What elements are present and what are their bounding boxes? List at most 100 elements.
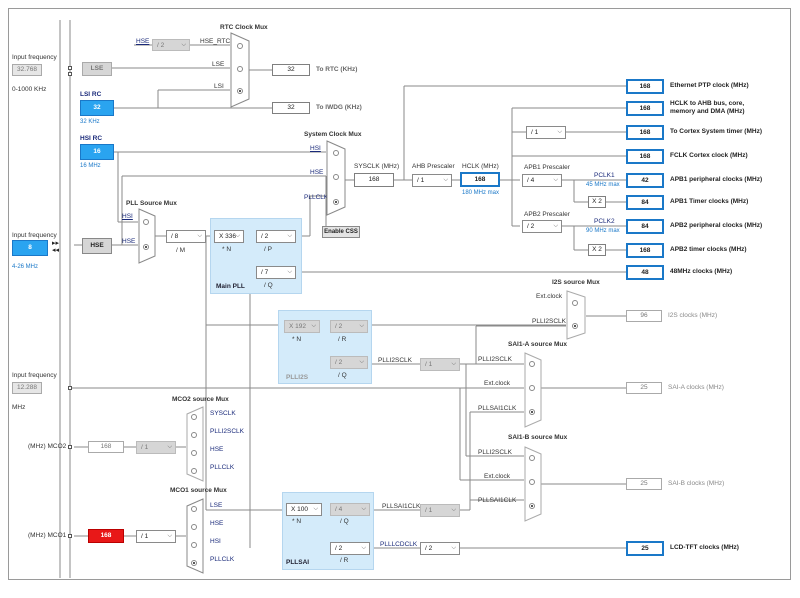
pllsai-lcd-divider[interactable]: / 2 ⌵ xyxy=(420,542,460,555)
pllsai-r-divider[interactable]: / 2 ⌵ xyxy=(330,542,370,555)
mco2-divider[interactable]: / 1 ⌵ xyxy=(136,441,176,454)
mco2-pin xyxy=(68,445,72,449)
pllsai-r-label: / R xyxy=(340,557,349,564)
mco1-divider[interactable]: / 1 ⌵ xyxy=(136,530,176,543)
sai-a-mux-title: SAI1-A source Mux xyxy=(508,341,567,348)
sys-mux-title: System Clock Mux xyxy=(304,131,362,138)
output-value: 168 xyxy=(626,79,664,94)
mco2-pin-label: (MHz) MCO2 xyxy=(28,443,67,450)
pll-radio-hse[interactable] xyxy=(143,244,149,250)
hse-arrows: ▸▸ ◂◂ xyxy=(52,240,60,254)
sai-a-radio-pllsai[interactable] xyxy=(529,409,535,415)
sys-radio-pllclk[interactable] xyxy=(333,199,339,205)
i2s-radio-plli2s[interactable] xyxy=(572,323,578,329)
i2s-source-mux[interactable] xyxy=(566,290,586,340)
hclk-value[interactable]: 168 xyxy=(460,172,500,187)
apb2-label: APB2 Prescaler xyxy=(524,211,570,218)
plli2s-r-divider[interactable]: / 2 ⌵ xyxy=(330,320,368,333)
enable-css-button[interactable]: Enable CSS xyxy=(322,226,360,238)
plli2s-q-divider[interactable]: / 2 ⌵ xyxy=(330,356,368,369)
sai-b-radio-pllsai[interactable] xyxy=(529,503,535,509)
pllsai-q-label: / Q xyxy=(340,518,349,525)
apb2-prescaler[interactable]: / 2 ⌵ xyxy=(522,220,562,233)
mco1-lse: LSE xyxy=(210,502,223,509)
lse-source[interactable]: LSE xyxy=(82,62,112,76)
mco2-radio-sysclk[interactable] xyxy=(191,414,197,420)
sai-b-ext: Ext.clock xyxy=(484,473,511,480)
sai-a-radio-plli2s[interactable] xyxy=(529,361,535,367)
pll-mux-hsi: HSI xyxy=(122,213,133,220)
clock-tree-canvas: Input frequency 32.768 0-1000 KHz LSE LS… xyxy=(0,0,800,598)
sai-a-radio-ext[interactable] xyxy=(529,385,535,391)
output-label: APB2 timer clocks (MHz) xyxy=(670,246,747,254)
sysclk-value[interactable]: 168 xyxy=(354,173,394,187)
rtc-lsi-label: LSI xyxy=(214,83,224,90)
output-label: 48MHz clocks (MHz) xyxy=(670,268,732,276)
sai-b-mux-title: SAI1-B source Mux xyxy=(508,434,568,441)
i2s-plli2s-label: PLLI2SCLK xyxy=(532,318,566,325)
output-value: 84 xyxy=(626,219,664,234)
apb1-max: 45 MHz max xyxy=(586,182,620,188)
pll-q-divider[interactable]: / 7 ⌵ xyxy=(256,266,296,279)
mco1-radio-hsi[interactable] xyxy=(191,542,197,548)
hse-source[interactable]: HSE xyxy=(82,238,112,254)
sai-a-pllsai: PLLSAI1CLK xyxy=(478,405,517,412)
apb2-max: 90 MHz max xyxy=(586,228,620,234)
mco2-radio-pllclk[interactable] xyxy=(191,468,197,474)
rtc-radio-lse[interactable] xyxy=(237,66,243,72)
rtc-radio-lsi[interactable] xyxy=(237,88,243,94)
lsi-title: LSI RC xyxy=(80,91,102,98)
lse-frequency-input[interactable]: 32.768 xyxy=(12,64,42,76)
pll-p-divider[interactable]: / 2 ⌵ xyxy=(256,230,296,243)
plli2s-q-label: / Q xyxy=(338,372,347,379)
apb1-prescaler[interactable]: / 4 ⌵ xyxy=(522,174,562,187)
pclk1-label: PCLK1 xyxy=(594,172,615,179)
pll-source-mux[interactable] xyxy=(138,208,156,264)
hsi-source[interactable]: 16 xyxy=(80,144,114,160)
output-value: 168 xyxy=(626,125,664,140)
rtc-radio-hse[interactable] xyxy=(237,43,243,49)
i2s-radio-ext[interactable] xyxy=(572,300,578,306)
cortex-divider[interactable]: / 1 ⌵ xyxy=(526,126,566,139)
ahb-prescaler[interactable]: / 1 ⌵ xyxy=(412,174,452,187)
output-value: 84 xyxy=(626,195,664,210)
pllsai-n-multiplier[interactable]: X 100 ⌵ xyxy=(286,503,322,516)
ext-frequency-input[interactable]: 12.288 xyxy=(12,382,42,394)
output-label: FCLK Cortex clock (MHz) xyxy=(670,152,748,160)
pll-n-multiplier[interactable]: X 336 ⌵ xyxy=(214,230,244,243)
iwdg-out-value: 32 xyxy=(272,102,310,114)
sai-b-radio-ext[interactable] xyxy=(529,479,535,485)
mco2-radio-hse[interactable] xyxy=(191,450,197,456)
sys-radio-hse[interactable] xyxy=(333,174,339,180)
mco1-radio-hse[interactable] xyxy=(191,524,197,530)
pllsai-q-divider[interactable]: / 4 ⌵ xyxy=(330,503,370,516)
mco1-radio-pllclk[interactable] xyxy=(191,560,197,566)
pllsai-clk-divider[interactable]: / 1 ⌵ xyxy=(420,504,460,517)
lse-range: 0-1000 KHz xyxy=(12,86,47,93)
pll-mux-title: PLL Source Mux xyxy=(126,200,177,207)
plli2s-clk-divider[interactable]: / 1 ⌵ xyxy=(420,358,460,371)
mco2-radio-plli2s[interactable] xyxy=(191,432,197,438)
hse-frequency-input[interactable]: 8 xyxy=(12,240,48,256)
i2s-out-value: 96 xyxy=(626,310,662,322)
output-value: 48 xyxy=(626,265,664,280)
mco1-value: 168 xyxy=(88,529,124,543)
plli2s-n-multiplier[interactable]: X 192 ⌵ xyxy=(284,320,320,333)
output-value: 168 xyxy=(626,101,664,116)
pll-q-label: / Q xyxy=(264,282,273,289)
ahb-label: AHB Prescaler xyxy=(412,163,455,170)
mco2-hse: HSE xyxy=(210,446,224,453)
mco1-pllclk: PLLCLK xyxy=(210,556,235,563)
lsi-source[interactable]: 32 xyxy=(80,100,114,116)
mco1-pin-label: (MHz) MCO1 xyxy=(28,532,67,539)
plli2s-title: PLLI2S xyxy=(286,374,309,381)
pll-radio-hsi[interactable] xyxy=(143,219,149,225)
sai-b-radio-plli2s[interactable] xyxy=(529,455,535,461)
output-label-line: APB2 timer clocks (MHz) xyxy=(670,246,747,253)
rtc-hse-divider[interactable]: / 2 ⌵ xyxy=(152,39,190,51)
pll-m-divider[interactable]: / 8 ⌵ xyxy=(166,230,206,243)
output-value: 168 xyxy=(626,243,664,258)
sys-radio-hsi[interactable] xyxy=(333,150,339,156)
hclk-label: HCLK (MHz) xyxy=(462,163,499,170)
mco1-radio-lse[interactable] xyxy=(191,506,197,512)
